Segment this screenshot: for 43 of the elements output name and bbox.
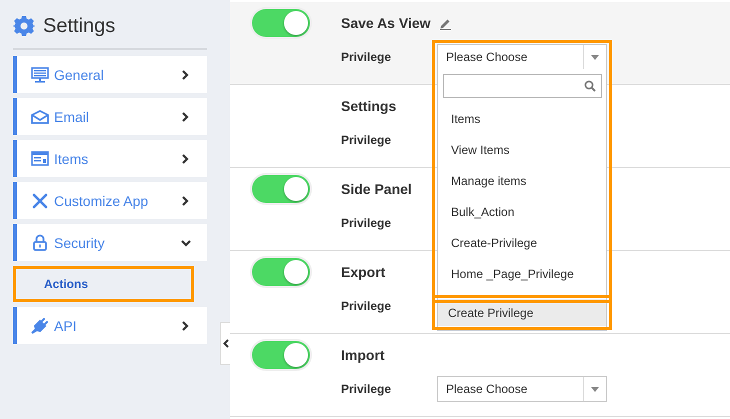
toggle-switch[interactable]: [252, 341, 310, 369]
sidebar-item[interactable]: General: [13, 56, 207, 93]
setting-title: Export: [341, 264, 386, 280]
search-icon: [584, 80, 596, 92]
chevron-right-icon: [181, 320, 189, 330]
lock-icon: [33, 234, 47, 251]
caret-icon: [591, 386, 599, 392]
toggle-switch[interactable]: [252, 9, 310, 37]
collapse-tab[interactable]: [220, 322, 230, 365]
window-icon: [31, 151, 49, 166]
pencil-icon[interactable]: [438, 16, 452, 30]
chevron-right-icon: [181, 154, 189, 164]
chevron-right-icon: [181, 112, 189, 122]
sidebar-item[interactable]: Email: [13, 98, 207, 135]
privilege-label: Privilege: [341, 216, 392, 230]
settings-icon: [13, 15, 35, 37]
chevron-down-icon: [181, 238, 191, 246]
sidebar-item[interactable]: Security: [13, 224, 207, 261]
sidebar-item[interactable]: API: [13, 307, 207, 344]
privilege-select[interactable]: Please Choose: [437, 376, 607, 402]
sidebar-title: Settings: [43, 14, 116, 38]
envelope-icon: [31, 110, 49, 124]
privilege-label: Privilege: [341, 50, 392, 64]
toggle-switch[interactable]: [252, 258, 310, 286]
setting-title: Save As View: [341, 15, 431, 31]
monitor-icon: [31, 66, 49, 82]
search-field[interactable]: [443, 74, 602, 98]
plug-icon: [31, 318, 49, 334]
chevron-left-icon: [222, 339, 228, 348]
privilege-label: Privilege: [341, 133, 392, 147]
sidebar-item[interactable]: Customize App: [13, 182, 207, 219]
sidebar-item[interactable]: Items: [13, 140, 207, 177]
toggle-switch[interactable]: [252, 175, 310, 203]
chevron-right-icon: [181, 70, 189, 80]
chevron-right-icon: [181, 196, 189, 206]
caret-icon: [591, 54, 599, 60]
privilege-label: Privilege: [341, 299, 392, 313]
setting-title: Side Panel: [341, 181, 412, 197]
sidebar-subitem[interactable]: Actions: [13, 266, 194, 302]
privilege-select[interactable]: Please Choose: [437, 44, 607, 70]
setting-title: Import: [341, 347, 385, 363]
privilege-label: Privilege: [341, 382, 392, 396]
setting-title: Settings: [341, 98, 396, 114]
